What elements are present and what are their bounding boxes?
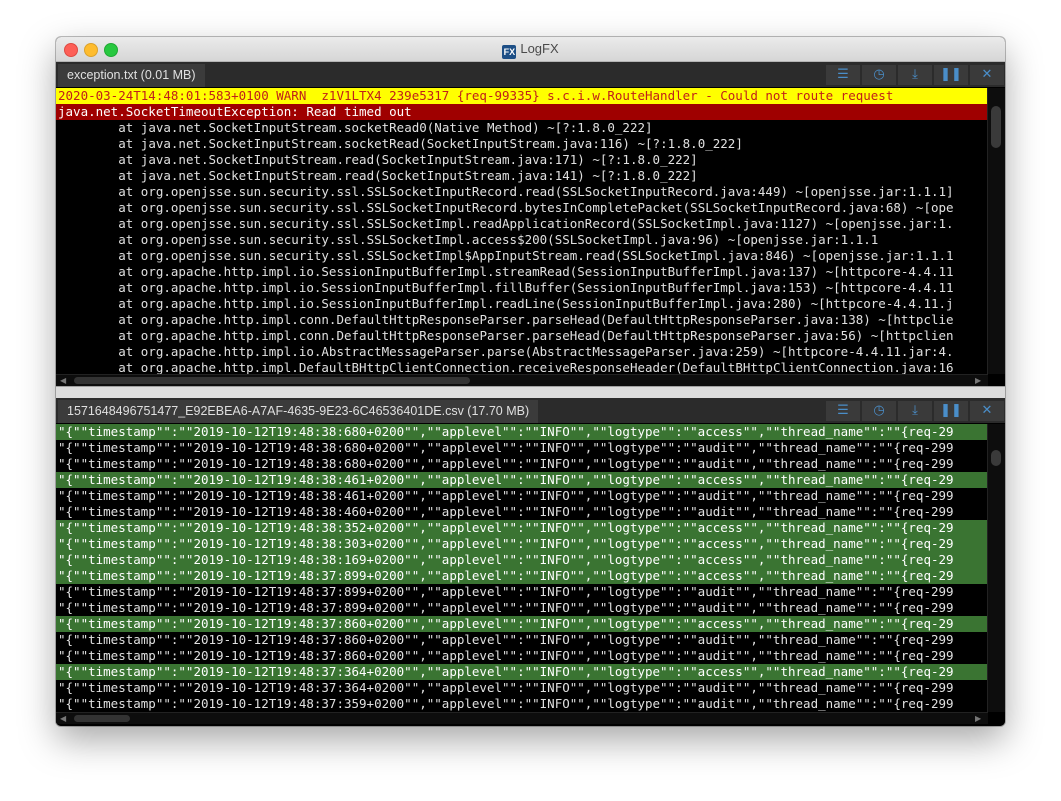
- log-line[interactable]: "{""timestamp"":""2019-10-12T19:48:38:68…: [56, 440, 987, 456]
- log-pane-top: exception.txt (0.01 MB) ☰ ◷ ⤓ ❚❚ ✕ 2020-…: [56, 62, 1005, 386]
- log-line[interactable]: "{""timestamp"":""2019-10-12T19:48:37:86…: [56, 648, 987, 664]
- log-line[interactable]: at java.net.SocketInputStream.read(Socke…: [56, 168, 987, 184]
- pause-icon[interactable]: ❚❚: [934, 65, 968, 85]
- log-line[interactable]: at org.openjsse.sun.security.ssl.SSLSock…: [56, 248, 987, 264]
- scroll-thumb[interactable]: [74, 715, 130, 722]
- log-line[interactable]: at org.openjsse.sun.security.ssl.SSLSock…: [56, 232, 987, 248]
- log-line[interactable]: "{""timestamp"":""2019-10-12T19:48:37:89…: [56, 600, 987, 616]
- horizontal-scrollbar[interactable]: ◀ ▶: [56, 374, 988, 386]
- menu-icon[interactable]: ☰: [826, 401, 860, 421]
- logfx-window: FX LogFX exception.txt (0.01 MB) ☰ ◷ ⤓ ❚❚…: [56, 37, 1005, 726]
- pane-header: 1571648496751477_E92EBEA6-A7AF-4635-9E23…: [56, 398, 1005, 423]
- scroll-right-icon[interactable]: ▶: [975, 376, 981, 385]
- menu-icon[interactable]: ☰: [826, 65, 860, 85]
- vertical-scrollbar[interactable]: [987, 88, 1005, 374]
- scroll-right-icon[interactable]: ▶: [975, 714, 981, 723]
- vertical-scrollbar[interactable]: [987, 424, 1005, 712]
- title-bar: FX LogFX: [56, 37, 1005, 62]
- log-pane-bottom: 1571648496751477_E92EBEA6-A7AF-4635-9E23…: [56, 398, 1005, 726]
- log-line[interactable]: at org.openjsse.sun.security.ssl.SSLSock…: [56, 200, 987, 216]
- scroll-left-icon[interactable]: ◀: [60, 376, 66, 385]
- log-line[interactable]: "{""timestamp"":""2019-10-12T19:48:38:46…: [56, 504, 987, 520]
- log-line[interactable]: at org.apache.http.impl.io.AbstractMessa…: [56, 344, 987, 360]
- download-icon[interactable]: ⤓: [898, 401, 932, 421]
- log-line[interactable]: "{""timestamp"":""2019-10-12T19:48:37:89…: [56, 584, 987, 600]
- close-icon[interactable]: ✕: [970, 401, 1004, 421]
- log-line[interactable]: "{""timestamp"":""2019-10-12T19:48:38:46…: [56, 488, 987, 504]
- pane-header: exception.txt (0.01 MB) ☰ ◷ ⤓ ❚❚ ✕: [56, 62, 1005, 87]
- log-view[interactable]: 2020-03-24T14:48:01:583+0100 WARN z1V1LT…: [56, 88, 987, 374]
- horizontal-scrollbar[interactable]: ◀ ▶: [56, 712, 988, 724]
- scroll-left-icon[interactable]: ◀: [60, 714, 66, 723]
- log-line[interactable]: "{""timestamp"":""2019-10-12T19:48:37:36…: [56, 680, 987, 696]
- log-line[interactable]: at org.apache.http.impl.io.SessionInputB…: [56, 264, 987, 280]
- log-line[interactable]: at org.openjsse.sun.security.ssl.SSLSock…: [56, 216, 987, 232]
- log-line[interactable]: at java.net.SocketInputStream.read(Socke…: [56, 152, 987, 168]
- log-line[interactable]: at org.apache.http.impl.conn.DefaultHttp…: [56, 328, 987, 344]
- log-line[interactable]: at org.apache.http.impl.io.SessionInputB…: [56, 296, 987, 312]
- log-line[interactable]: java.net.SocketTimeoutException: Read ti…: [56, 104, 987, 120]
- log-line[interactable]: "{""timestamp"":""2019-10-12T19:48:37:89…: [56, 568, 987, 584]
- log-line[interactable]: at org.apache.http.impl.conn.DefaultHttp…: [56, 312, 987, 328]
- file-tab-csv[interactable]: 1571648496751477_E92EBEA6-A7AF-4635-9E23…: [58, 400, 539, 423]
- log-line[interactable]: at org.openjsse.sun.security.ssl.SSLSock…: [56, 184, 987, 200]
- log-line[interactable]: "{""timestamp"":""2019-10-12T19:48:38:46…: [56, 472, 987, 488]
- log-line[interactable]: "{""timestamp"":""2019-10-12T19:48:38:35…: [56, 520, 987, 536]
- log-line[interactable]: "{""timestamp"":""2019-10-12T19:48:37:36…: [56, 664, 987, 680]
- file-tab-exception[interactable]: exception.txt (0.01 MB): [58, 64, 205, 87]
- log-line[interactable]: 2020-03-24T14:48:01:583+0100 WARN z1V1LT…: [56, 88, 987, 104]
- pause-icon[interactable]: ❚❚: [934, 401, 968, 421]
- log-line[interactable]: "{""timestamp"":""2019-10-12T19:48:38:16…: [56, 552, 987, 568]
- scroll-thumb[interactable]: [74, 377, 470, 384]
- scroll-thumb[interactable]: [991, 106, 1001, 148]
- log-line[interactable]: at java.net.SocketInputStream.socketRead…: [56, 120, 987, 136]
- log-line[interactable]: at org.apache.http.impl.DefaultBHttpClie…: [56, 360, 987, 374]
- log-line[interactable]: at org.apache.http.impl.io.SessionInputB…: [56, 280, 987, 296]
- log-line[interactable]: "{""timestamp"":""2019-10-12T19:48:38:68…: [56, 424, 987, 440]
- close-icon[interactable]: ✕: [970, 65, 1004, 85]
- window-title: LogFX: [520, 41, 559, 56]
- logfx-app-icon: FX: [502, 45, 517, 59]
- log-line[interactable]: "{""timestamp"":""2019-10-12T19:48:37:35…: [56, 696, 987, 712]
- log-line[interactable]: "{""timestamp"":""2019-10-12T19:48:38:30…: [56, 536, 987, 552]
- clock-icon[interactable]: ◷: [862, 401, 896, 421]
- download-icon[interactable]: ⤓: [898, 65, 932, 85]
- clock-icon[interactable]: ◷: [862, 65, 896, 85]
- log-line[interactable]: "{""timestamp"":""2019-10-12T19:48:37:86…: [56, 616, 987, 632]
- log-line[interactable]: "{""timestamp"":""2019-10-12T19:48:37:86…: [56, 632, 987, 648]
- log-line[interactable]: at java.net.SocketInputStream.socketRead…: [56, 136, 987, 152]
- window-title-area: FX LogFX: [56, 41, 1005, 59]
- log-view[interactable]: "{""timestamp"":""2019-10-12T19:48:38:68…: [56, 424, 987, 712]
- log-line[interactable]: "{""timestamp"":""2019-10-12T19:48:38:68…: [56, 456, 987, 472]
- scroll-thumb[interactable]: [991, 450, 1001, 466]
